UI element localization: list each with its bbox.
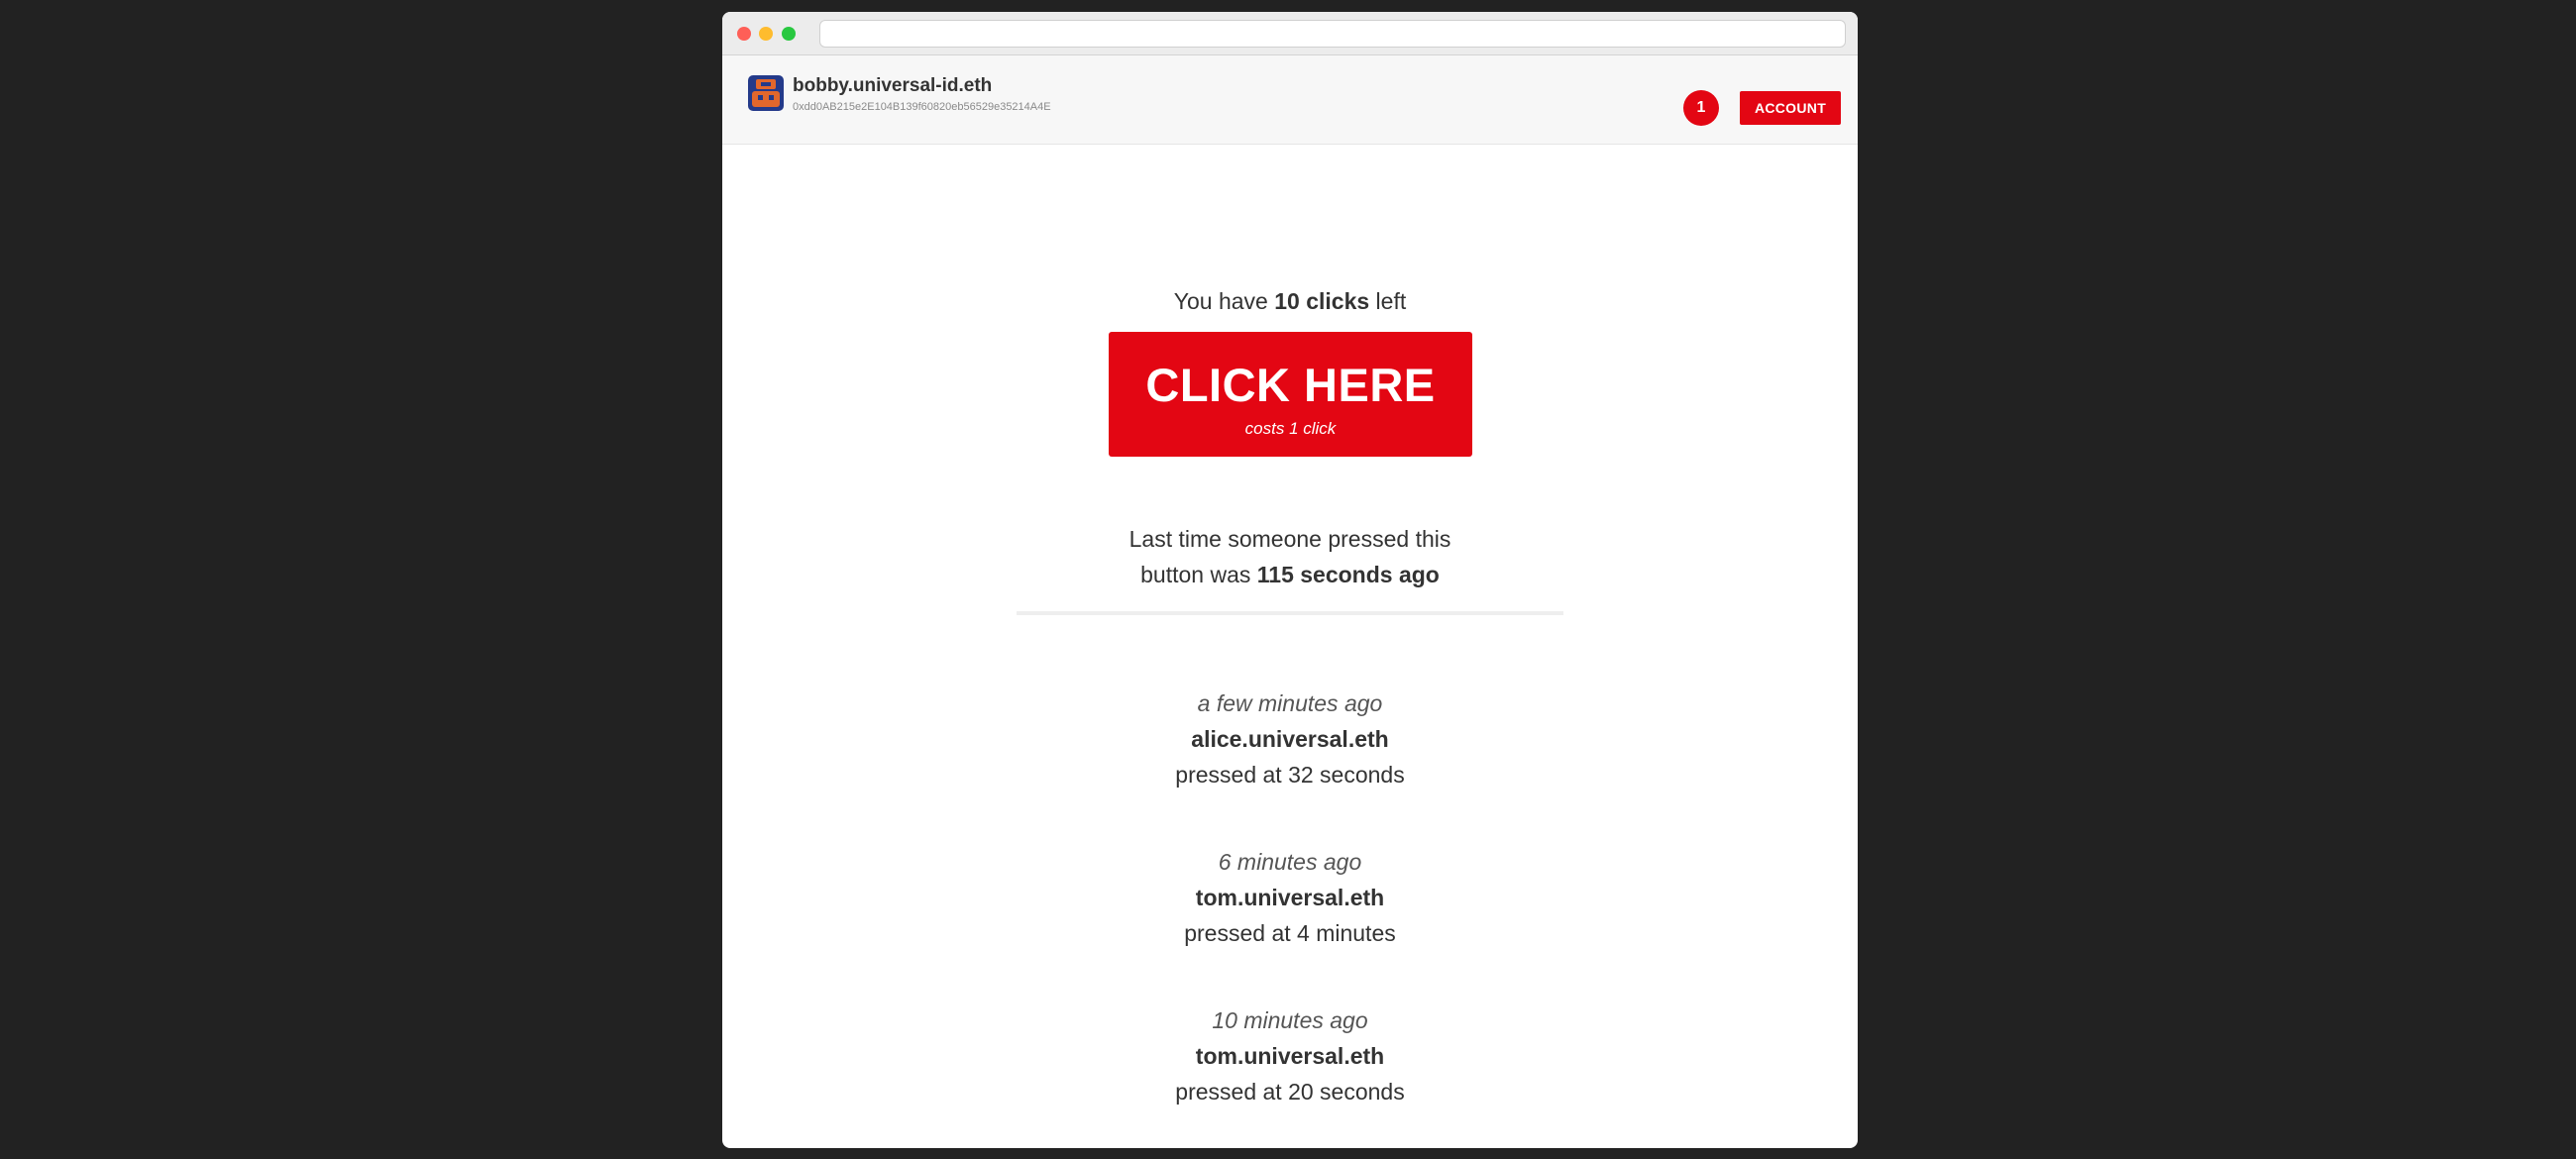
click-here-label: CLICK HERE bbox=[1145, 359, 1436, 411]
clicks-suffix: left bbox=[1369, 288, 1407, 314]
history-detail: pressed at 32 seconds bbox=[1175, 762, 1405, 788]
divider bbox=[1017, 611, 1563, 615]
clicks-prefix: You have bbox=[1173, 288, 1275, 314]
history-detail: pressed at 20 seconds bbox=[1175, 1079, 1405, 1105]
clicks-count: 10 clicks bbox=[1274, 288, 1370, 314]
history-time: a few minutes ago bbox=[1197, 690, 1383, 716]
history-time: 10 minutes ago bbox=[1212, 1007, 1368, 1033]
close-window-button[interactable] bbox=[737, 27, 751, 41]
maximize-window-button[interactable] bbox=[782, 27, 796, 41]
avatar bbox=[748, 75, 784, 111]
wallet-address: 0xdd0AB215e2E104B139f60820eb56529e35214A… bbox=[793, 101, 1051, 113]
app-header: bobby.universal-id.eth 0xdd0AB215e2E104B… bbox=[722, 55, 1858, 145]
history-user: alice.universal.eth bbox=[1191, 726, 1389, 752]
history-entry: 6 minutes ago tom.universal.eth pressed … bbox=[722, 844, 1858, 951]
address-bar[interactable] bbox=[819, 20, 1846, 48]
click-cost-label: costs 1 click bbox=[1244, 419, 1337, 438]
history-user: tom.universal.eth bbox=[1195, 1043, 1385, 1069]
history-entry: a few minutes ago alice.universal.eth pr… bbox=[722, 685, 1858, 792]
notification-badge[interactable]: 1 bbox=[1683, 90, 1719, 126]
browser-window: bobby.universal-id.eth 0xdd0AB215e2E104B… bbox=[722, 12, 1858, 1148]
main-content: You have 10 clicks left CLICK HERE costs… bbox=[722, 145, 1858, 1148]
history-time: 6 minutes ago bbox=[1218, 849, 1362, 875]
click-here-button[interactable]: CLICK HERE costs 1 click bbox=[1109, 332, 1472, 457]
account-button[interactable]: ACCOUNT bbox=[1740, 91, 1841, 125]
last-press-prefix: button was bbox=[1140, 562, 1257, 587]
minimize-window-button[interactable] bbox=[759, 27, 773, 41]
history-detail: pressed at 4 minutes bbox=[1184, 920, 1396, 946]
history-entry: 10 minutes ago tom.universal.eth pressed… bbox=[722, 1002, 1858, 1109]
clicks-remaining: You have 10 clicks left bbox=[722, 288, 1858, 315]
last-press-info: Last time someone pressed this button wa… bbox=[722, 521, 1858, 592]
ens-name: bobby.universal-id.eth bbox=[793, 75, 993, 96]
last-press-value: 115 seconds ago bbox=[1256, 562, 1440, 587]
last-press-line1: Last time someone pressed this bbox=[1128, 526, 1451, 552]
browser-titlebar bbox=[722, 12, 1858, 55]
history-user: tom.universal.eth bbox=[1195, 885, 1385, 910]
